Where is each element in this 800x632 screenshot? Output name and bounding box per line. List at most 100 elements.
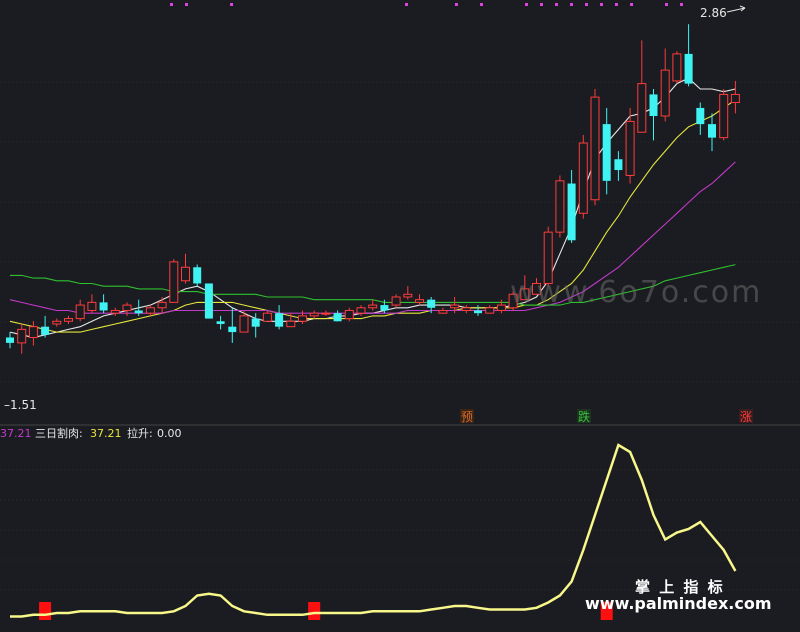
candle-body: [625, 120, 635, 176]
candle-body: [134, 310, 143, 314]
marker-tag-rise: 涨: [739, 409, 753, 424]
chart-canvas: www.6o7o.com 2.86 –1.51 预 跌 涨 37.21 三日割肉…: [0, 0, 800, 628]
candle-body: [567, 183, 576, 241]
top-marker-dot: [630, 3, 633, 6]
candle-body: [344, 309, 354, 320]
top-marker-dot: [480, 3, 483, 6]
indicator-second-value: 0.00: [157, 427, 182, 440]
candle-body: [450, 304, 460, 309]
indicator-left-value: 37.21: [0, 427, 32, 440]
candle-body: [391, 296, 401, 306]
top-marker-dot: [665, 3, 668, 6]
indicator-series-value: 37.21: [90, 427, 122, 440]
candle-body: [380, 305, 389, 311]
candle-body: [181, 266, 190, 282]
candle-body: [64, 318, 73, 322]
top-marker-dot: [185, 3, 188, 6]
candle-body: [122, 304, 132, 311]
candle-body: [637, 83, 647, 133]
candle-body: [368, 304, 378, 309]
watermark-top: www.6o7o.com: [510, 275, 762, 310]
top-marker-dot: [615, 3, 618, 6]
top-marker-dot: [680, 3, 683, 6]
candle-body: [427, 299, 436, 308]
top-marker-dot: [585, 3, 588, 6]
candle-body: [87, 301, 97, 311]
candle-body: [333, 313, 342, 322]
watermark-bottom-url: www.palmindex.com: [585, 594, 772, 613]
candle: [555, 175, 565, 238]
candle-body: [52, 320, 62, 325]
candle-body: [590, 96, 600, 201]
marker-tag-fall: 跌: [577, 409, 591, 424]
candle-body: [193, 267, 202, 284]
candle-body: [6, 337, 14, 343]
candle: [719, 89, 729, 141]
top-marker-dot: [455, 3, 458, 6]
low-price-value: 1.51: [10, 398, 37, 412]
top-marker-dot: [170, 3, 173, 6]
candle-body: [286, 320, 296, 328]
candle-body: [614, 159, 623, 171]
candle-body: [474, 310, 482, 314]
candle-body: [309, 312, 319, 317]
high-price-label: 2.86: [700, 6, 727, 20]
top-marker-dot: [525, 3, 528, 6]
top-marker-dot: [600, 3, 603, 6]
candle-body: [649, 94, 658, 117]
marker-tag-fall-text: 跌: [578, 409, 590, 424]
candle-body: [356, 307, 366, 314]
candle: [590, 89, 600, 206]
candle-body: [41, 326, 50, 335]
candle-body: [602, 124, 611, 181]
candle-body: [578, 142, 588, 214]
candle-body: [321, 312, 331, 315]
candle: [204, 283, 213, 319]
top-marker-dot: [230, 3, 233, 6]
stock-chart: www.6o7o.com 2.86 –1.51 预 跌 涨 37.21 三日割肉…: [0, 0, 800, 628]
candle: [193, 264, 202, 287]
candle-body: [730, 93, 740, 104]
top-marker-dot: [540, 3, 543, 6]
candle-body: [298, 315, 307, 322]
candle: [578, 134, 588, 219]
candle-body: [496, 304, 506, 311]
candle-body: [145, 307, 155, 314]
top-marker-dot: [405, 3, 408, 6]
candle-body: [228, 326, 237, 333]
candle-body: [555, 180, 565, 233]
candle-body: [403, 293, 413, 298]
candle-body: [696, 107, 705, 125]
candle-body: [28, 326, 38, 338]
candle-body: [239, 315, 249, 333]
indicator-second-name: 拉升:: [127, 426, 153, 440]
candle: [672, 51, 682, 84]
candle-body: [157, 301, 167, 309]
candle-body: [75, 304, 85, 320]
signal-bar: [39, 602, 52, 620]
candle-body: [99, 302, 108, 311]
candle-body: [216, 321, 225, 324]
marker-tag-rise-text: 涨: [740, 409, 752, 424]
indicator-series-name: 三日割肉:: [35, 426, 83, 440]
candle-body: [684, 53, 693, 84]
candle-body: [461, 307, 471, 311]
marker-tag-pre-text: 预: [461, 410, 473, 424]
candle-body: [708, 124, 716, 138]
signal-bar: [308, 602, 321, 620]
candle-body: [169, 261, 179, 303]
candle-body: [719, 93, 729, 139]
candle-body: [110, 309, 120, 314]
marker-tag-pre: 预: [460, 409, 474, 424]
top-marker-dot: [555, 3, 558, 6]
candle-body: [415, 299, 424, 303]
candle-body: [672, 53, 682, 82]
chart-background: [0, 0, 800, 628]
candle-body: [660, 69, 670, 117]
candle-body: [438, 309, 448, 314]
candle-body: [17, 328, 27, 344]
candle-body: [262, 312, 272, 322]
low-price-label: –1.51: [4, 398, 37, 412]
candle-body: [275, 313, 284, 327]
candle-body: [204, 283, 213, 319]
